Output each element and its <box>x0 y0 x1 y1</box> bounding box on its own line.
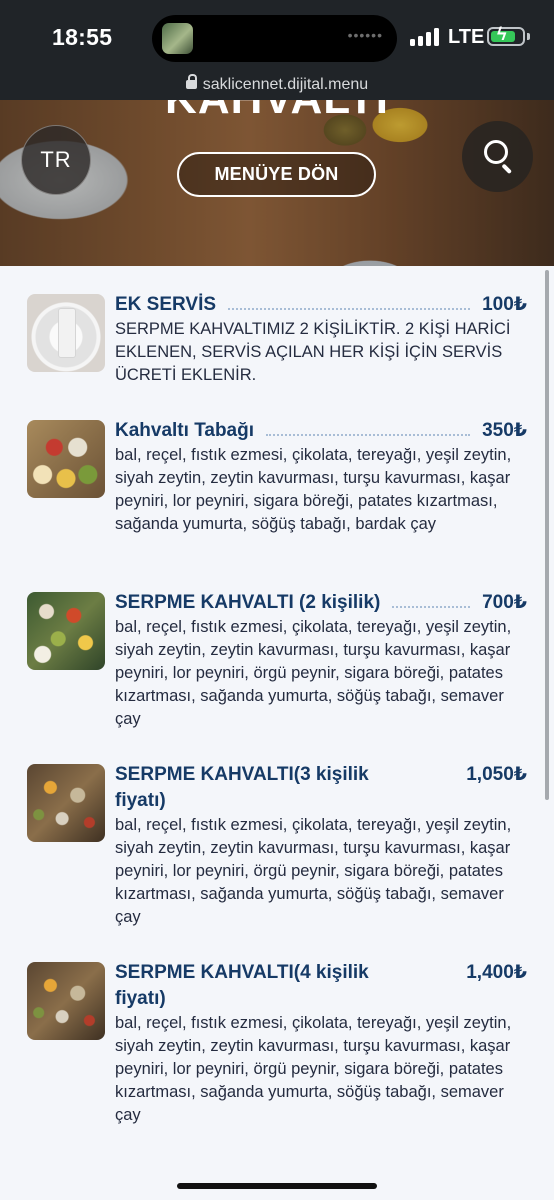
item-description: SERPME KAHVALTIMIZ 2 KİŞİLİKTİR. 2 KİŞİ … <box>115 320 511 384</box>
search-icon-handle <box>501 163 513 174</box>
item-price: 1,050₺ <box>466 764 527 785</box>
hero-banner: KAHVALTI TR MENÜYE DÖN <box>0 100 554 266</box>
network-type: LTE <box>448 26 485 48</box>
item-name: SERPME KAHVALTI(3 kişilik fiyatı) <box>115 764 369 811</box>
language-button[interactable]: TR <box>21 125 91 195</box>
item-name: EK SERVİS <box>115 294 217 315</box>
item-name: SERPME KAHVALTI (2 kişilik) <box>115 592 381 613</box>
search-icon <box>484 140 508 164</box>
waveform-icon: •••••• <box>347 27 383 43</box>
lock-icon <box>185 74 197 89</box>
item-price: 350₺ <box>482 420 527 441</box>
item-header: SERPME KAHVALTI (2 kişilik) 700₺ <box>115 590 527 616</box>
address-bar[interactable]: saklicennet.dijital.menu <box>0 74 554 94</box>
charging-bolt-icon: ϟ <box>497 24 507 44</box>
back-to-menu-button[interactable]: MENÜYE DÖN <box>177 152 376 197</box>
price-spacer <box>402 762 454 780</box>
item-image <box>27 592 105 670</box>
home-indicator[interactable] <box>177 1183 377 1189</box>
item-image <box>27 420 105 498</box>
page-title: KAHVALTI <box>0 100 554 124</box>
item-price: 700₺ <box>482 592 527 613</box>
cellular-signal-icon <box>410 28 440 46</box>
item-image <box>27 294 105 372</box>
item-header: SERPME KAHVALTI(4 kişilik fiyatı) 1,400₺ <box>115 960 527 1012</box>
price-leader <box>266 418 471 436</box>
item-name: SERPME KAHVALTI(4 kişilik fiyatı) <box>115 962 369 1009</box>
item-header: Kahvaltı Tabağı 350₺ <box>115 418 527 444</box>
item-description: bal, reçel, fıstık ezmesi, çikolata, ter… <box>115 618 512 728</box>
item-name: Kahvaltı Tabağı <box>115 420 255 441</box>
item-header: EK SERVİS 100₺ <box>115 292 527 318</box>
item-price: 1,400₺ <box>466 962 527 983</box>
item-description: bal, reçel, fıstık ezmesi, çikolata, ter… <box>115 816 512 926</box>
item-description: bal, reçel, fıstık ezmesi, çikolata, ter… <box>115 446 512 533</box>
scrollbar[interactable] <box>545 270 549 800</box>
price-spacer <box>402 960 454 978</box>
status-bar: 18:55 •••••• LTE ϟ saklicennet.dijital.m… <box>0 0 554 100</box>
price-leader <box>392 590 471 608</box>
item-image <box>27 764 105 842</box>
item-header: SERPME KAHVALTI(3 kişilik fiyatı) 1,050₺ <box>115 762 527 814</box>
price-leader <box>228 292 471 310</box>
item-description: bal, reçel, fıstık ezmesi, çikolata, ter… <box>115 1014 512 1124</box>
item-price: 100₺ <box>482 294 527 315</box>
status-time: 18:55 <box>52 24 113 50</box>
media-thumbnail-icon <box>162 23 193 54</box>
url-text: saklicennet.dijital.menu <box>202 76 369 93</box>
dynamic-island: •••••• <box>152 15 397 62</box>
search-button[interactable] <box>462 121 533 192</box>
battery-cap <box>527 33 530 40</box>
item-image <box>27 962 105 1040</box>
